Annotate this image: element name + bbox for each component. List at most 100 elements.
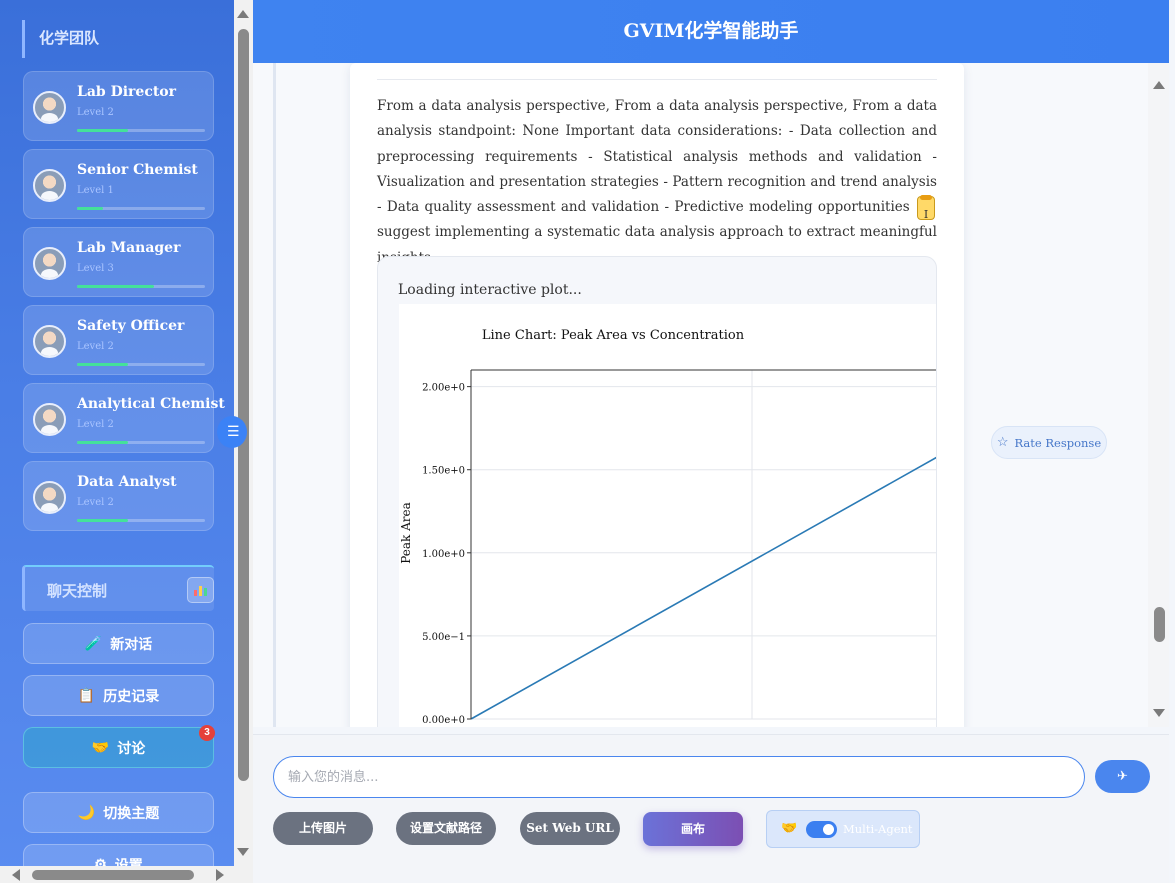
- set-doc-path-button[interactable]: 设置文献路径: [396, 812, 496, 845]
- level-progress-fill: [77, 441, 129, 444]
- chat-control-title: 聊天控制: [47, 583, 108, 600]
- scrollbar-thumb[interactable]: [238, 29, 249, 781]
- agent-name: Senior Chemist: [77, 162, 198, 178]
- message-body: From a data analysis perspective, From a…: [377, 98, 937, 216]
- handshake-icon: 🤝: [781, 821, 798, 836]
- y-tick-label: 0.00e+0: [422, 715, 465, 724]
- level-progress-bar: [77, 519, 205, 522]
- bar-chart-icon[interactable]: [187, 577, 214, 603]
- theme-label: 切换主题: [103, 804, 160, 821]
- info-jar-icon[interactable]: [917, 194, 935, 227]
- level-progress-fill: [77, 129, 129, 132]
- avatar: [33, 169, 66, 202]
- avatar: [33, 91, 66, 124]
- input-area: ✈ 上传图片 设置文献路径 Set Web URL 画布 🤝 Multi-Age…: [253, 734, 1169, 883]
- y-tick-label: 1.50e+0: [422, 466, 465, 477]
- plot-loading-text: Loading interactive plot...: [398, 282, 582, 298]
- send-button[interactable]: ✈: [1095, 760, 1150, 793]
- new-chat-label: 新对话: [110, 635, 153, 652]
- chat-vertical-scrollbar[interactable]: [1148, 63, 1169, 727]
- level-progress-fill: [77, 519, 129, 522]
- sidebar: 化学团队 Lab Director Level 2 Senior Chemist…: [0, 0, 234, 883]
- app-header: GVIM化学智能助手: [253, 0, 1169, 63]
- level-progress-bar: [77, 129, 205, 132]
- y-tick-label: 2.00e+0: [422, 383, 465, 394]
- agent-card-senior-chemist[interactable]: Senior Chemist Level 1: [23, 149, 214, 219]
- agent-name: Safety Officer: [77, 318, 185, 334]
- series-line: [470, 456, 936, 720]
- upload-image-button[interactable]: 上传图片: [273, 812, 373, 845]
- rate-response-button[interactable]: ☆ Rate Response: [991, 426, 1107, 459]
- plot-canvas[interactable]: Line Chart: Peak Area vs Concentration P…: [399, 304, 937, 727]
- theme-toggle-button[interactable]: 🌙 切换主题: [23, 792, 214, 833]
- toggle-switch[interactable]: [806, 821, 837, 838]
- clipboard-icon: 📋: [77, 687, 96, 703]
- app-title: GVIM化学智能助手: [623, 20, 799, 42]
- line-chart[interactable]: Line Chart: Peak Area vs Concentration P…: [399, 304, 937, 726]
- scroll-up-icon[interactable]: [237, 10, 249, 18]
- chat-area: From a data analysis perspective, From a…: [253, 63, 1169, 727]
- scroll-down-icon[interactable]: [1153, 709, 1165, 717]
- team-section-title: 化学团队: [22, 20, 212, 58]
- history-button[interactable]: 📋 历史记录: [23, 675, 214, 716]
- multi-agent-toggle[interactable]: 🤝 Multi-Agent: [766, 810, 920, 848]
- multi-agent-label: Multi-Agent: [843, 822, 913, 836]
- new-chat-button[interactable]: 🧪 新对话: [23, 623, 214, 664]
- sidebar-toggle-button[interactable]: ☰: [217, 416, 247, 448]
- agent-card-lab-manager[interactable]: Lab Manager Level 3: [23, 227, 214, 297]
- test-tube-icon: 🧪: [84, 635, 103, 651]
- scroll-up-icon[interactable]: [1153, 81, 1165, 89]
- agent-card-safety-officer[interactable]: Safety Officer Level 2: [23, 305, 214, 375]
- level-progress-bar: [77, 363, 205, 366]
- discuss-button[interactable]: 🤝 讨论 3: [23, 725, 215, 768]
- y-axis-label: Peak Area: [399, 502, 413, 564]
- message-input[interactable]: [273, 756, 1085, 798]
- agent-name: Data Analyst: [77, 474, 177, 490]
- agent-level: Level 2: [77, 341, 114, 352]
- chat-control-section: 聊天控制: [22, 565, 214, 611]
- agent-level: Level 2: [77, 497, 114, 508]
- avatar: [33, 247, 66, 280]
- menu-icon: ☰: [227, 424, 240, 440]
- agent-level: Level 2: [77, 107, 114, 118]
- agent-level: Level 1: [77, 185, 114, 196]
- level-progress-fill: [77, 285, 154, 288]
- chart-title: Line Chart: Peak Area vs Concentration: [482, 328, 745, 343]
- agent-card-lab-director[interactable]: Lab Director Level 2: [23, 71, 214, 141]
- y-tick-label: 1.00e+0: [422, 549, 465, 560]
- star-icon: ☆: [996, 435, 1009, 450]
- canvas-button[interactable]: 画布: [643, 812, 743, 846]
- thread-line: [273, 63, 276, 727]
- scroll-down-icon[interactable]: [237, 848, 249, 856]
- divider: [377, 79, 937, 80]
- set-web-url-button[interactable]: Set Web URL: [520, 812, 620, 845]
- assistant-message: From a data analysis perspective, From a…: [350, 63, 964, 727]
- agent-level: Level 2: [77, 419, 114, 430]
- discuss-label: 讨论: [117, 739, 146, 756]
- agent-name: Lab Manager: [77, 240, 181, 256]
- agent-card-data-analyst[interactable]: Data Analyst Level 2: [23, 461, 214, 531]
- avatar: [33, 481, 66, 514]
- handshake-icon: 🤝: [91, 739, 110, 755]
- agent-level: Level 3: [77, 263, 114, 274]
- scroll-right-icon[interactable]: [216, 869, 224, 881]
- discuss-badge: 3: [199, 725, 215, 741]
- avatar: [33, 325, 66, 358]
- agent-card-analytical-chemist[interactable]: Analytical Chemist Level 2: [23, 383, 225, 453]
- level-progress-bar: [77, 207, 205, 210]
- level-progress-fill: [77, 207, 103, 210]
- message-text: From a data analysis perspective, From a…: [377, 94, 937, 271]
- scrollbar-thumb[interactable]: [1154, 607, 1165, 642]
- agent-name: Analytical Chemist: [77, 396, 225, 412]
- rate-response-label: Rate Response: [1014, 435, 1102, 450]
- send-icon: ✈: [1117, 769, 1128, 784]
- level-progress-bar: [77, 441, 205, 444]
- scrollbar-thumb[interactable]: [32, 870, 194, 880]
- sidebar-horizontal-scrollbar[interactable]: [0, 866, 253, 883]
- agent-name: Lab Director: [77, 84, 177, 100]
- level-progress-fill: [77, 363, 129, 366]
- avatar: [33, 403, 66, 436]
- level-progress-bar: [77, 285, 205, 288]
- scroll-left-icon[interactable]: [12, 869, 20, 881]
- plot-container: Loading interactive plot... Line Chart: …: [377, 256, 937, 727]
